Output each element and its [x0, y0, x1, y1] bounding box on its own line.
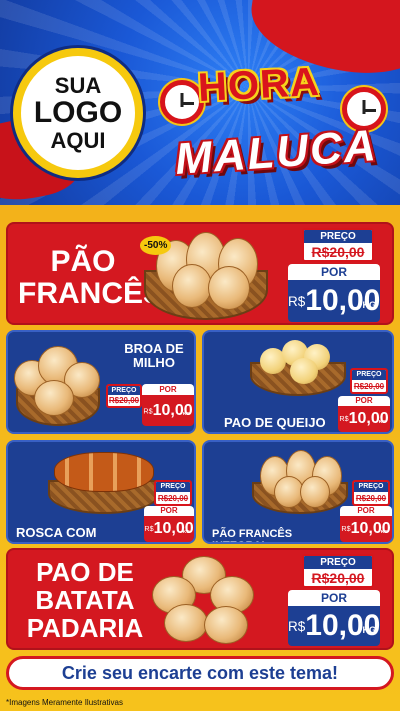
now-label: POR [338, 396, 390, 406]
product-name-line: PADARIA [26, 613, 144, 644]
bread-roll [300, 476, 330, 508]
currency-symbol: R$ [341, 524, 351, 533]
now-label: POR [288, 264, 380, 280]
now-label: POR [144, 506, 194, 516]
disclaimer-text: *Imagens Meramente Ilustrativas [6, 698, 123, 707]
bread-roll [34, 380, 74, 416]
currency-symbol: R$ [143, 406, 153, 416]
unit-label: KG [362, 300, 377, 310]
current-price-tag: POR R$10,00 KG [142, 384, 194, 426]
old-price-tag: PREÇO R$20,00 [302, 554, 374, 588]
old-price-tag: PREÇO R$20,00 [350, 368, 388, 394]
headline-top: HORA [196, 59, 321, 111]
currency-symbol: R$ [288, 294, 306, 310]
old-price: R$20,00 [353, 382, 385, 391]
pao-de-batata-image [148, 554, 262, 648]
cta-banner[interactable]: Crie seu encarte com este tema! [6, 656, 394, 690]
price-label: PREÇO [304, 230, 372, 243]
product-name: BROA DE MILHO [124, 341, 184, 371]
logo-line-2: LOGO [33, 96, 123, 130]
logo-line-3: AQUI [50, 127, 106, 153]
product-card-pao-frances-integral[interactable]: PÃO FRANCÊS INTEGRAL PREÇO R$20,00 POR R… [202, 440, 394, 544]
old-price-tag: PREÇO R$20,00 [352, 480, 390, 506]
logo-placeholder[interactable]: SUA LOGO AQUI [13, 48, 143, 178]
old-price: R$20,00 [157, 494, 189, 503]
unit-label: KG [378, 420, 386, 425]
current-price-tag: POR R$10,00 KG [338, 396, 390, 432]
price-label: PREÇO [352, 370, 386, 380]
price-label: PREÇO [156, 482, 190, 492]
broa-de-milho-image [10, 338, 106, 430]
unit-label: KG [380, 530, 388, 535]
cheese-bread [290, 358, 318, 384]
product-card-pao-de-queijo[interactable]: PAO DE QUEIJO PREÇO R$20,00 POR R$10,00 K… [202, 330, 394, 434]
current-price-tag: POR R$10,00 KG [288, 264, 380, 322]
old-price: R$20,00 [311, 244, 365, 260]
current-price-tag: POR R$10,00 KG [144, 506, 194, 542]
pao-frances-integral-image [248, 446, 352, 520]
pao-de-queijo-image [242, 336, 354, 400]
product-name-line: PÃO [50, 245, 116, 278]
unit-label: KG [362, 625, 377, 635]
now-label: POR [142, 384, 194, 395]
old-price: R$20,00 [311, 570, 365, 586]
old-price-tag: PREÇO R$20,00 [106, 384, 142, 408]
product-name: PÃO FRANCÊS [18, 245, 164, 311]
price-label: PREÇO [354, 482, 388, 492]
unit-label: KG [182, 412, 190, 417]
bread-roll [172, 264, 212, 308]
current-price: R$10,00 KG [142, 395, 194, 426]
currency-symbol: R$ [144, 524, 154, 533]
logo-line-1: SUA [54, 73, 102, 99]
current-price: R$10,00 KG [288, 280, 380, 322]
now-label: POR [288, 590, 380, 606]
price-label: PREÇO [304, 556, 372, 569]
cta-text: Crie seu encarte com este tema! [61, 662, 339, 683]
current-price: R$10,00 KG [288, 606, 380, 646]
currency-symbol: R$ [288, 619, 306, 635]
header-banner: SUA LOGO AQUI HORA MALUCA [0, 0, 400, 210]
product-name: PÃO FRANCÊS INTEGRAL [212, 528, 293, 542]
old-price: R$20,00 [108, 396, 140, 405]
product-name: PAO DE BATATA PADARIA [16, 558, 154, 642]
product-name-line: PAO DE [36, 557, 134, 587]
old-price-tag: PREÇO R$20,00 [154, 480, 192, 506]
current-price-tag: POR R$10,00 KG [288, 590, 380, 646]
featured-card-pao-frances[interactable]: PÃO FRANCÊS -50% PREÇO R$20,00 POR R$10,… [6, 222, 394, 325]
unit-label: KG [182, 530, 190, 535]
potato-bread [164, 604, 208, 642]
product-name: ROSCA COM CREME [16, 525, 97, 542]
current-price: R$10,00 KG [340, 516, 392, 542]
now-label: POR [340, 506, 392, 516]
rosca-bread [54, 452, 154, 492]
featured-card-pao-de-batata[interactable]: PAO DE BATATA PADARIA PREÇO R$20,00 POR … [6, 548, 394, 650]
bread-roll [208, 266, 250, 310]
product-name-line: BATATA [35, 585, 135, 616]
price-label: PREÇO [108, 386, 140, 395]
current-price: R$10,00 KG [338, 406, 390, 432]
current-price-tag: POR R$10,00 KG [340, 506, 392, 542]
old-price-tag: PREÇO R$20,00 [302, 228, 374, 262]
potato-bread [204, 606, 248, 644]
product-name-line: FRANCÊS [18, 277, 164, 311]
currency-symbol: R$ [339, 414, 349, 423]
product-name: PAO DE QUEIJO [224, 415, 326, 430]
product-card-broa-de-milho[interactable]: BROA DE MILHO PREÇO R$20,00 POR R$10,00 K… [6, 330, 196, 434]
current-price: R$10,00 KG [144, 516, 194, 542]
product-card-rosca-com-creme[interactable]: ROSCA COM CREME PREÇO R$20,00 POR R$10,0… [6, 440, 196, 544]
old-price: R$20,00 [355, 494, 387, 503]
